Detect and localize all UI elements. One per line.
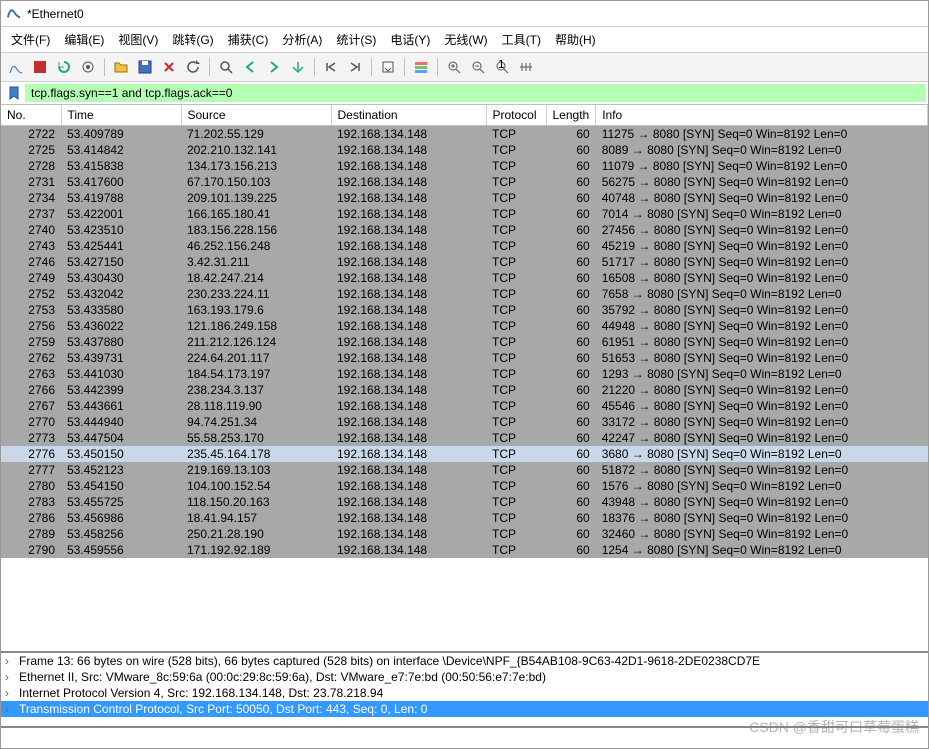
packet-row[interactable]: 278353.455725118.150.20.163192.168.134.1… (1, 494, 928, 510)
menu-item[interactable]: 捕获(C) (222, 29, 275, 50)
find-packet-icon[interactable] (215, 56, 237, 78)
goto-packet-icon[interactable] (287, 56, 309, 78)
chevron-right-icon: › (5, 654, 15, 668)
col-source[interactable]: Source (181, 105, 331, 126)
separator (437, 58, 438, 76)
packet-row[interactable]: 272253.40978971.202.55.129192.168.134.14… (1, 126, 928, 143)
packet-row[interactable]: 278653.45698618.41.94.157192.168.134.148… (1, 510, 928, 526)
menu-item[interactable]: 电话(Y) (384, 29, 436, 50)
detail-row[interactable]: ›Transmission Control Protocol, Src Port… (1, 701, 928, 717)
restart-capture-icon[interactable] (53, 56, 75, 78)
packet-row[interactable]: 272553.414842202.210.132.141192.168.134.… (1, 142, 928, 158)
menu-item[interactable]: 分析(A) (276, 29, 328, 50)
menu-item[interactable]: 统计(S) (330, 29, 382, 50)
go-forward-icon[interactable] (263, 56, 285, 78)
bookmark-icon[interactable] (5, 84, 23, 102)
separator (209, 58, 210, 76)
go-last-icon[interactable] (344, 56, 366, 78)
col-info[interactable]: Info (596, 105, 928, 126)
svg-text:1: 1 (498, 60, 505, 71)
column-header-row[interactable]: No. Time Source Destination Protocol Len… (1, 105, 928, 126)
chevron-right-icon: › (5, 686, 15, 700)
menu-item[interactable]: 帮助(H) (549, 29, 602, 50)
packet-row[interactable]: 273453.419788209.101.139.225192.168.134.… (1, 190, 928, 206)
col-time[interactable]: Time (61, 105, 181, 126)
toolbar: 1 (1, 53, 928, 82)
packet-row[interactable]: 277653.450150235.45.164.178192.168.134.1… (1, 446, 928, 462)
col-length[interactable]: Length (546, 105, 596, 126)
menu-item[interactable]: 工具(T) (496, 29, 547, 50)
separator (404, 58, 405, 76)
chevron-right-icon: › (5, 670, 15, 684)
packet-row[interactable]: 274053.423510183.156.228.156192.168.134.… (1, 222, 928, 238)
reload-icon[interactable] (182, 56, 204, 78)
start-capture-icon[interactable] (5, 56, 27, 78)
packet-row[interactable]: 278953.458256250.21.28.190192.168.134.14… (1, 526, 928, 542)
packet-list[interactable]: No. Time Source Destination Protocol Len… (1, 105, 928, 651)
close-file-icon[interactable] (158, 56, 180, 78)
separator (371, 58, 372, 76)
detail-row[interactable]: ›Ethernet II, Src: VMware_8c:59:6a (00:0… (1, 669, 928, 685)
detail-row[interactable]: ›Internet Protocol Version 4, Src: 192.1… (1, 685, 928, 701)
zoom-in-icon[interactable] (443, 56, 465, 78)
packet-row[interactable]: 277353.44750455.58.253.170192.168.134.14… (1, 430, 928, 446)
colorize-icon[interactable] (410, 56, 432, 78)
menu-item[interactable]: 文件(F) (5, 29, 56, 50)
stop-capture-icon[interactable] (29, 56, 51, 78)
menu-item[interactable]: 视图(V) (112, 29, 164, 50)
save-file-icon[interactable] (134, 56, 156, 78)
separator (314, 58, 315, 76)
open-file-icon[interactable] (110, 56, 132, 78)
packet-row[interactable]: 277053.44494094.74.251.34192.168.134.148… (1, 414, 928, 430)
go-back-icon[interactable] (239, 56, 261, 78)
separator (104, 58, 105, 76)
menu-item[interactable]: 跳转(G) (166, 29, 219, 50)
display-filter-input[interactable] (25, 84, 926, 102)
menu-item[interactable]: 编辑(E) (58, 29, 110, 50)
chevron-right-icon: › (5, 702, 15, 716)
packet-row[interactable]: 275253.432042230.233.224.11192.168.134.1… (1, 286, 928, 302)
packet-row[interactable]: 275353.433580163.193.179.6192.168.134.14… (1, 302, 928, 318)
packet-row[interactable]: 276253.439731224.64.201.117192.168.134.1… (1, 350, 928, 366)
col-protocol[interactable]: Protocol (486, 105, 546, 126)
packet-details[interactable]: ›Frame 13: 66 bytes on wire (528 bits), … (1, 651, 928, 726)
menu-item[interactable]: 无线(W) (438, 29, 493, 50)
auto-scroll-icon[interactable] (377, 56, 399, 78)
packet-bytes[interactable] (1, 726, 928, 748)
packet-row[interactable]: 273753.422001166.165.180.41192.168.134.1… (1, 206, 928, 222)
packet-row[interactable]: 276753.44366128.118.119.90192.168.134.14… (1, 398, 928, 414)
zoom-reset-icon[interactable]: 1 (491, 56, 513, 78)
packet-row[interactable]: 273153.41760067.170.150.103192.168.134.1… (1, 174, 928, 190)
wireshark-icon (7, 5, 21, 22)
col-no[interactable]: No. (1, 105, 61, 126)
packet-row[interactable]: 279053.459556171.192.92.189192.168.134.1… (1, 542, 928, 558)
packet-row[interactable]: 274653.4271503.42.31.211192.168.134.148T… (1, 254, 928, 270)
titlebar: *Ethernet0 (1, 1, 928, 27)
packet-row[interactable]: 278053.454150104.100.152.54192.168.134.1… (1, 478, 928, 494)
resize-columns-icon[interactable] (515, 56, 537, 78)
packet-row[interactable]: 277753.452123219.169.13.103192.168.134.1… (1, 462, 928, 478)
go-first-icon[interactable] (320, 56, 342, 78)
window-title: *Ethernet0 (27, 7, 84, 21)
menubar: 文件(F)编辑(E)视图(V)跳转(G)捕获(C)分析(A)统计(S)电话(Y)… (1, 27, 928, 53)
packet-row[interactable]: 275953.437880211.212.126.124192.168.134.… (1, 334, 928, 350)
packet-row[interactable]: 274953.43043018.42.247.214192.168.134.14… (1, 270, 928, 286)
packet-row[interactable]: 276653.442399238.234.3.137192.168.134.14… (1, 382, 928, 398)
col-destination[interactable]: Destination (331, 105, 486, 126)
zoom-out-icon[interactable] (467, 56, 489, 78)
packet-row[interactable]: 275653.436022121.186.249.158192.168.134.… (1, 318, 928, 334)
packet-row[interactable]: 274353.42544146.252.156.248192.168.134.1… (1, 238, 928, 254)
capture-options-icon[interactable] (77, 56, 99, 78)
packet-row[interactable]: 276353.441030184.54.173.197192.168.134.1… (1, 366, 928, 382)
packet-row[interactable]: 272853.415838134.173.156.213192.168.134.… (1, 158, 928, 174)
detail-row[interactable]: ›Frame 13: 66 bytes on wire (528 bits), … (1, 653, 928, 669)
filter-bar (1, 82, 928, 105)
